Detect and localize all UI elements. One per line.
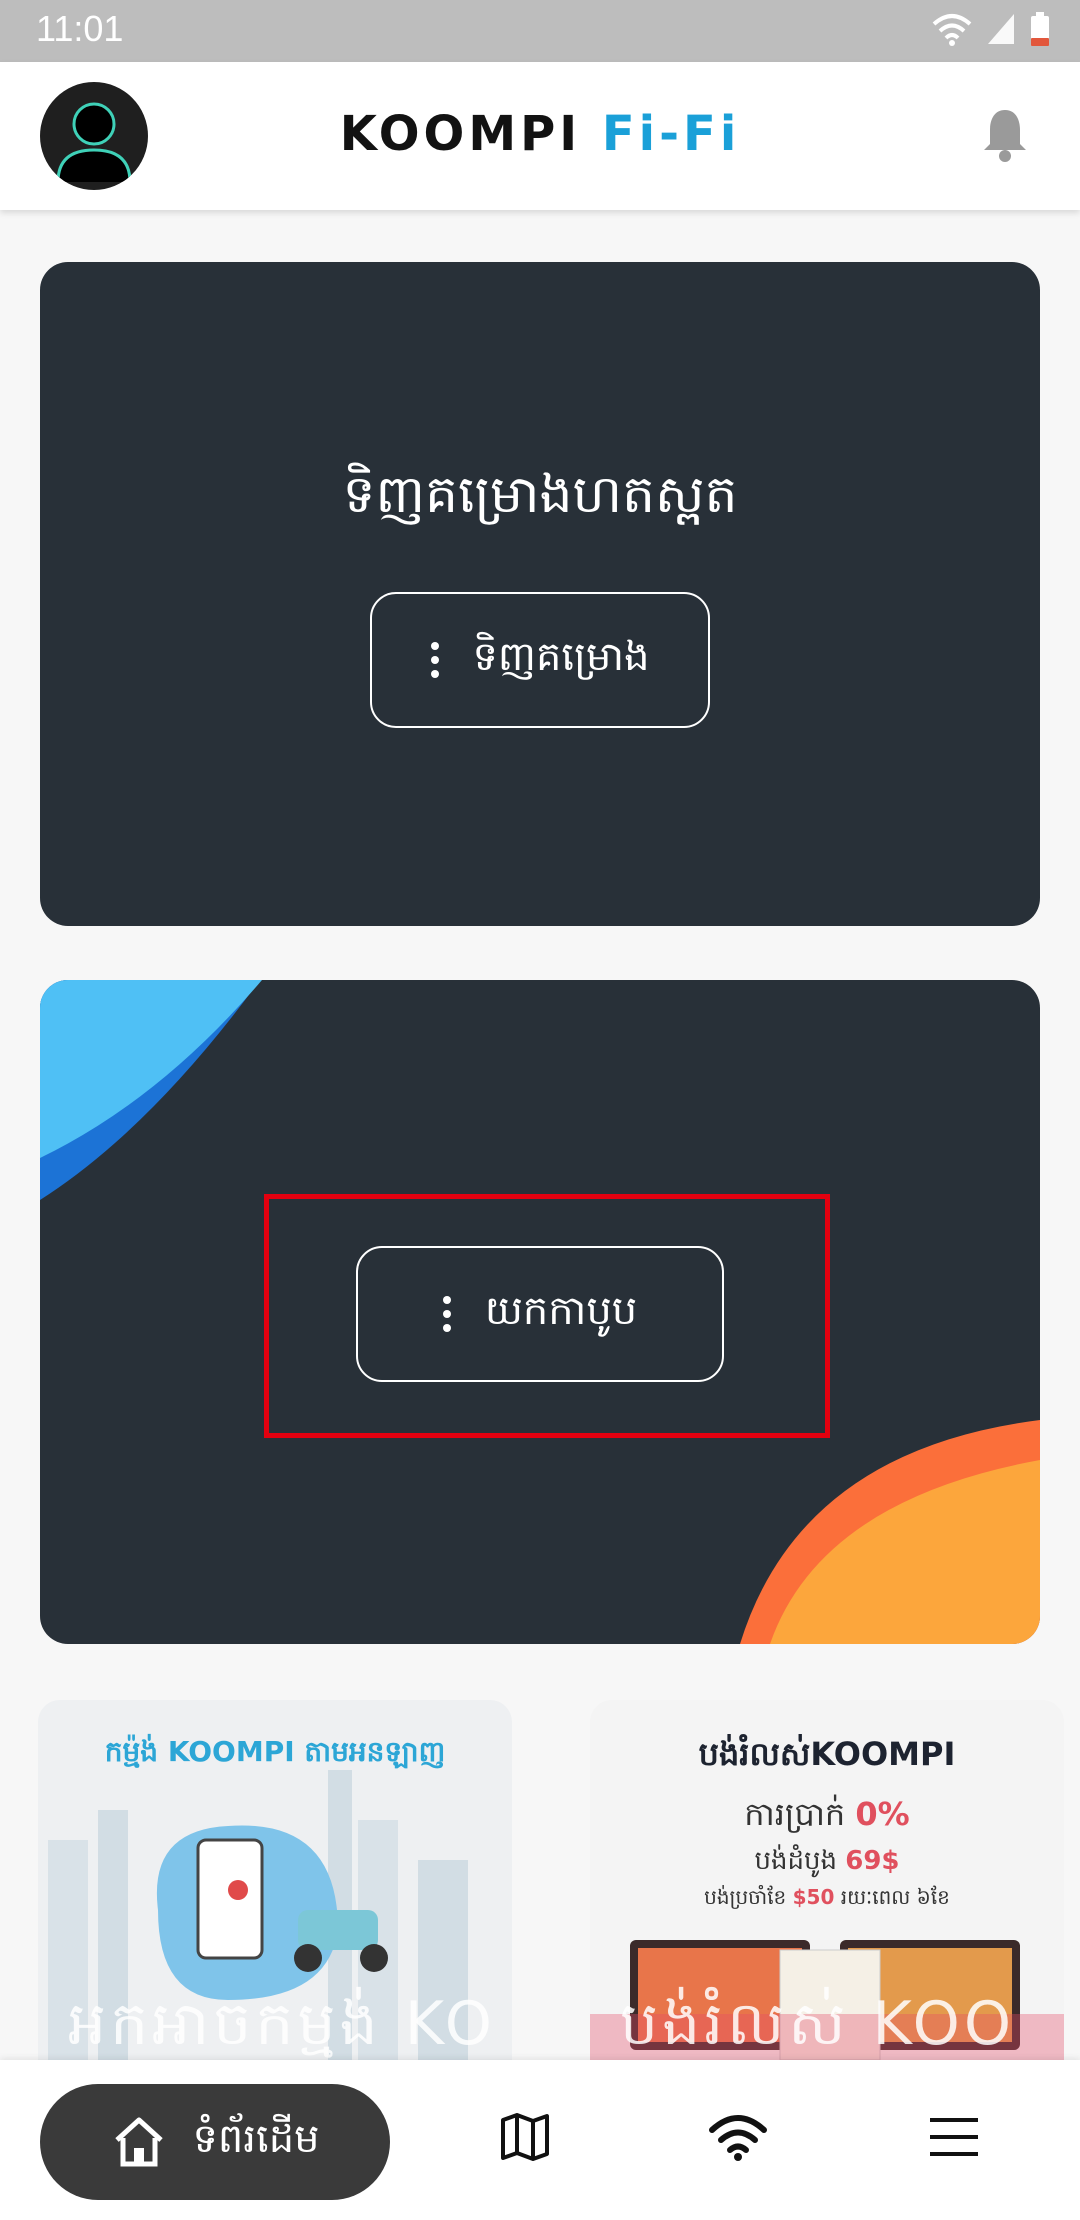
buy-plan-card: ទិញគម្រោងហតស្ពត ទិញគម្រោង: [40, 262, 1040, 926]
app-title: KOOMPI Fi-Fi: [0, 106, 1080, 162]
promo-order-overlay: អកអាចកម្មង់ KO: [68, 1989, 497, 2059]
status-time: 11:01: [36, 8, 124, 49]
nav-home-label: ទំព័រដើម: [192, 2115, 320, 2162]
more-vertical-icon: [430, 642, 439, 678]
promo-installment-overlay: បង់រំលស់ KOO: [620, 1989, 1016, 2059]
promo-installment[interactable]: បង់រំលស់KOOMPI ការប្រាក់ 0% បង់ដំបូង 69$…: [590, 1700, 1064, 2060]
brand-main: KOOMPI: [339, 106, 582, 162]
status-icons: [932, 12, 1050, 46]
status-bar: 11:01: [0, 0, 1080, 62]
bell-icon[interactable]: [980, 106, 1030, 162]
buy-plan-title: ទិញគម្រោងហតស្ពត: [342, 465, 738, 525]
map-icon[interactable]: [500, 2112, 550, 2162]
nav-home-button[interactable]: ទំព័រដើម: [40, 2084, 390, 2200]
highlight-box: [264, 1194, 830, 1438]
wifi-status-icon: [932, 14, 972, 46]
app-bar: KOOMPI Fi-Fi: [0, 62, 1080, 210]
battery-icon: [1031, 12, 1049, 46]
wifi-icon[interactable]: [708, 2112, 768, 2162]
promo-order-headline: កម្ម៉ង់ KOOMPI តាមអនឡាញ: [104, 1735, 446, 1768]
signal-icon: [988, 14, 1014, 44]
bottom-navigation: ទំព័រដើម: [0, 2060, 1080, 2220]
buy-plan-button[interactable]: ទិញគម្រោង: [370, 592, 710, 728]
buy-plan-button-label: ទិញគម្រោង: [472, 633, 650, 680]
menu-icon[interactable]: [928, 2112, 980, 2162]
brand-accent: Fi-Fi: [601, 106, 741, 162]
home-icon: [114, 2117, 163, 2167]
promo-order-online[interactable]: កម្ម៉ង់ KOOMPI តាមអនឡាញ អកអាចកម្មង់ KO: [38, 1700, 512, 2060]
